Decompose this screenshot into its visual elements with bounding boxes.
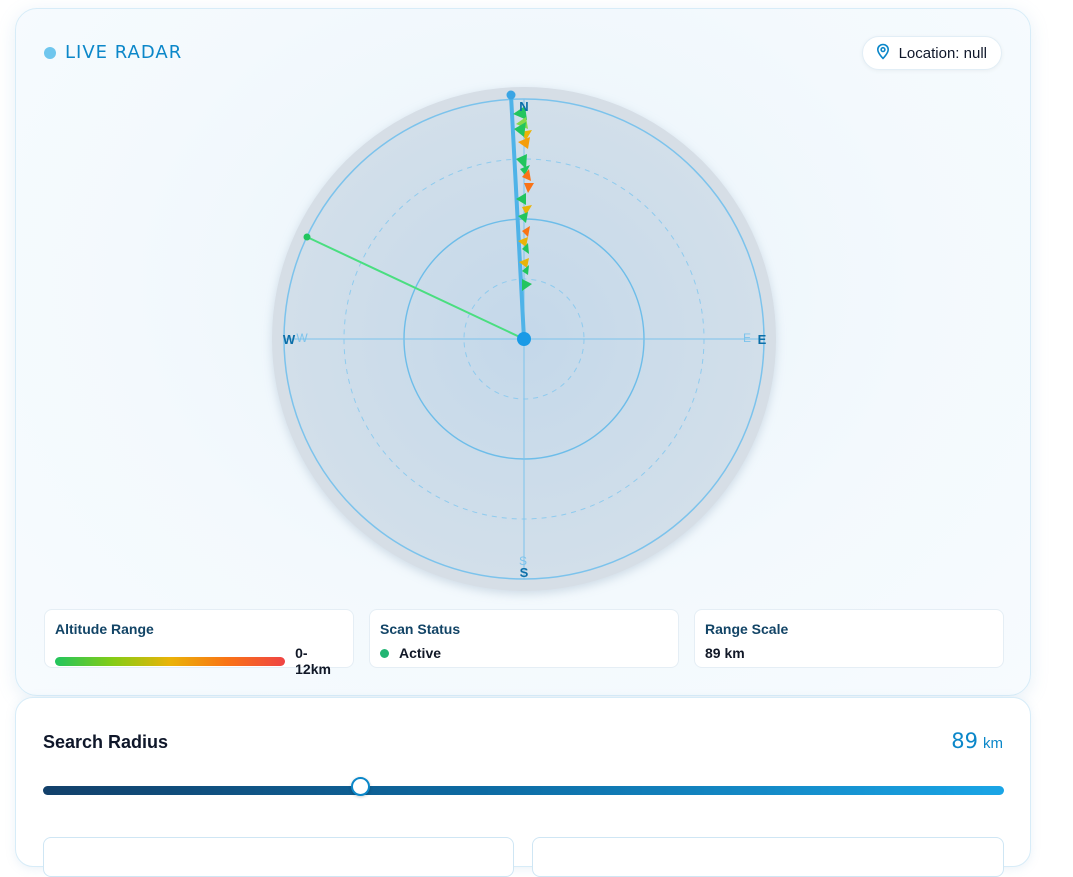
- search-radius-card: Search Radius 89 km: [15, 697, 1031, 877]
- altitude-gradient-bar: [55, 656, 286, 666]
- scan-status-panel: Scan Status Active: [369, 609, 679, 668]
- range-scale-panel: Range Scale 89 km: [694, 609, 1004, 668]
- heading-marker: [506, 90, 516, 100]
- compass-west: W: [283, 332, 296, 347]
- compass-east-inner: E: [743, 331, 751, 345]
- compass-west-inner: W: [296, 331, 308, 345]
- radius-value: 89: [951, 729, 978, 753]
- altitude-range-label: Altitude Range: [55, 621, 154, 637]
- radius-unit: km: [983, 735, 1003, 752]
- search-radius-title: Search Radius: [43, 732, 169, 752]
- radius-slider-track[interactable]: [43, 786, 1004, 795]
- altitude-range-panel: Altitude Range 0-12km: [44, 609, 354, 677]
- radar-center-dot: [517, 332, 531, 346]
- status-dot-icon: [380, 648, 389, 658]
- sub-panel-right: [532, 837, 1004, 877]
- sweep-tip: [303, 233, 311, 241]
- scan-status-value: Active: [399, 645, 442, 661]
- radar-card: LIVE RADAR Location: null N E E S S W W …: [15, 8, 1031, 696]
- altitude-range-value: 0-12km: [295, 645, 331, 677]
- range-scale-value: 89 km: [705, 645, 745, 661]
- compass-east: E: [758, 332, 767, 347]
- compass-south-inner: S: [519, 554, 527, 568]
- sub-panel-left: [43, 837, 514, 877]
- compass-north: N: [519, 99, 528, 114]
- radar-scope: N E E S S W W: [272, 87, 776, 591]
- range-scale-label: Range Scale: [705, 621, 789, 637]
- radius-readout: 89 km: [951, 729, 1003, 753]
- radius-slider-thumb[interactable]: [350, 777, 370, 796]
- scan-status-label: Scan Status: [380, 621, 461, 637]
